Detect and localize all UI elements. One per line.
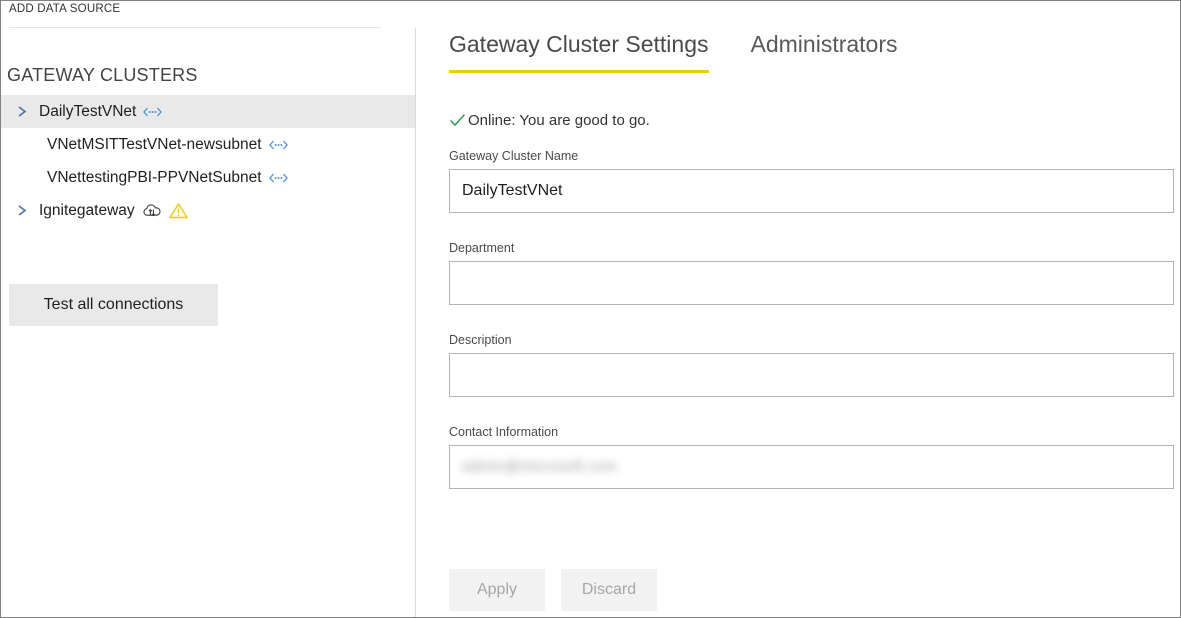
field-label: Gateway Cluster Name <box>449 149 1174 163</box>
vnet-arrow-icon <box>269 172 288 184</box>
add-data-source-label[interactable]: ADD DATA SOURCE <box>9 3 120 15</box>
discard-button[interactable]: Discard <box>561 569 657 611</box>
vnet-arrow-icon <box>269 139 288 151</box>
department-input[interactable] <box>449 261 1174 305</box>
gateway-clusters-heading: GATEWAY CLUSTERS <box>7 65 198 86</box>
chevron-right-icon[interactable] <box>17 105 39 118</box>
gateway-settings-form: Gateway Cluster Name Department Descript… <box>449 149 1174 489</box>
apply-button[interactable]: Apply <box>449 569 545 611</box>
gateway-clusters-pane: ADD DATA SOURCE GATEWAY CLUSTERS DailyTe… <box>1 1 415 617</box>
cluster-label: VNetMSITTestVNet-newsubnet <box>47 136 262 154</box>
form-action-buttons: Apply Discard <box>449 569 673 611</box>
field-description: Description <box>449 333 1174 397</box>
gateway-settings-window: ADD DATA SOURCE GATEWAY CLUSTERS DailyTe… <box>0 0 1181 618</box>
cluster-row-dailytestvnet[interactable]: DailyTestVNet <box>1 95 415 128</box>
cluster-row-vnettestingpbi-ppvnetsubnet[interactable]: VNettestingPBI-PPVNetSubnet <box>1 161 415 194</box>
cluster-list: DailyTestVNet VNetMSITTestVNet-newsubnet <box>1 95 415 227</box>
contact-information-input[interactable] <box>449 445 1174 489</box>
vnet-arrow-icon <box>143 106 162 118</box>
status-text: Online: You are good to go. <box>468 112 650 129</box>
tab-administrators[interactable]: Administrators <box>751 31 898 73</box>
description-input[interactable] <box>449 353 1174 397</box>
cloud-sync-icon <box>142 203 162 219</box>
field-label: Contact Information <box>449 425 1174 439</box>
cluster-label: Ignitegateway <box>39 202 135 220</box>
field-department: Department <box>449 241 1174 305</box>
gateway-cluster-name-input[interactable] <box>449 169 1174 213</box>
gateway-settings-pane: Gateway Cluster Settings Administrators … <box>416 1 1180 617</box>
field-label: Description <box>449 333 1174 347</box>
check-icon <box>449 113 466 128</box>
field-contact-information: Contact Information admin@microsoft.com <box>449 425 1174 489</box>
cluster-row-vnetmsittestvnet-newsubnet[interactable]: VNetMSITTestVNet-newsubnet <box>1 128 415 161</box>
chevron-right-icon[interactable] <box>17 204 39 217</box>
cluster-row-ignitegateway[interactable]: Ignitegateway <box>1 194 415 227</box>
tab-bar: Gateway Cluster Settings Administrators <box>449 31 940 73</box>
field-gateway-cluster-name: Gateway Cluster Name <box>449 149 1174 213</box>
tab-gateway-cluster-settings[interactable]: Gateway Cluster Settings <box>449 31 709 73</box>
field-label: Department <box>449 241 1174 255</box>
header-divider <box>9 27 381 28</box>
cluster-label: VNettestingPBI-PPVNetSubnet <box>47 169 262 187</box>
warning-triangle-icon <box>169 202 188 219</box>
test-all-connections-button[interactable]: Test all connections <box>9 284 218 326</box>
status-message: Online: You are good to go. <box>449 112 650 129</box>
cluster-label: DailyTestVNet <box>39 103 136 121</box>
